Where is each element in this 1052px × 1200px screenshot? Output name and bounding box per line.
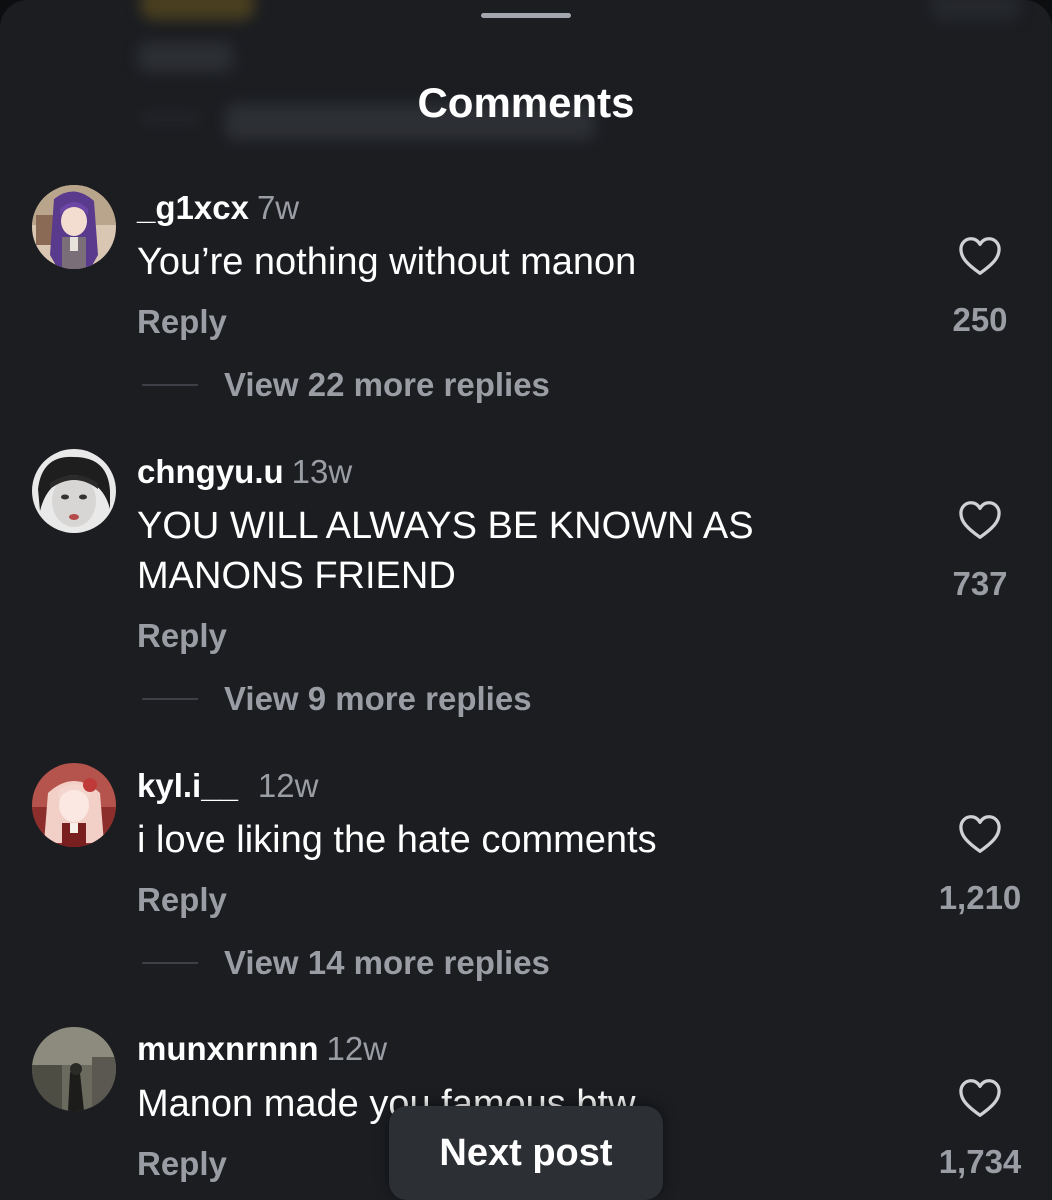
- blurred-emoji-reaction: [140, 0, 255, 20]
- comment-text: i love liking the hate comments: [137, 819, 657, 861]
- like-count: 737: [952, 565, 1008, 602]
- view-replies-button[interactable]: View 22 more replies: [224, 365, 550, 405]
- avatar[interactable]: [32, 1027, 116, 1111]
- replies-divider: [142, 962, 198, 964]
- like-control: 250: [930, 236, 1030, 340]
- anime-girl-purple-hair-avatar: [32, 185, 116, 269]
- comment-timestamp: 7w: [256, 189, 300, 226]
- photo-figure-avatar: [32, 1027, 116, 1111]
- comment-timestamp: 12w: [257, 767, 319, 804]
- avatar[interactable]: [32, 763, 116, 847]
- reply-button[interactable]: Reply: [137, 1144, 227, 1184]
- view-replies-button[interactable]: View 9 more replies: [224, 679, 532, 719]
- heart-icon[interactable]: [958, 236, 1002, 276]
- replies-divider: [142, 384, 198, 386]
- reply-button[interactable]: Reply: [137, 616, 227, 656]
- comment-username[interactable]: kyl.i__: [137, 767, 238, 804]
- avatar[interactable]: [32, 185, 116, 269]
- comments-sheet: Comments _g1xcx 7w You’re nothing without…: [0, 0, 1052, 1200]
- like-control: 1,734: [930, 1078, 1030, 1182]
- comment-username[interactable]: munxnrnnn: [137, 1030, 318, 1067]
- like-control: 737: [930, 500, 1030, 604]
- comment-username[interactable]: _g1xcx: [137, 189, 249, 226]
- heart-icon[interactable]: [958, 814, 1002, 854]
- view-replies-button[interactable]: View 14 more replies: [224, 943, 550, 983]
- monochrome-face-avatar: [32, 449, 116, 533]
- blurred-reply-text: [138, 42, 233, 72]
- like-count: 1,734: [938, 1143, 1022, 1180]
- heart-icon[interactable]: [958, 500, 1002, 540]
- like-control: 1,210: [930, 814, 1030, 918]
- reply-button[interactable]: Reply: [137, 880, 227, 920]
- sheet-grabber-handle[interactable]: [481, 13, 571, 18]
- comment-text: YOU WILL ALWAYS BE KNOWN AS MANONS FRIEN…: [137, 505, 754, 597]
- replies-divider: [142, 698, 198, 700]
- like-count: 250: [952, 301, 1008, 338]
- next-post-button[interactable]: Next post: [389, 1106, 663, 1200]
- comment-timestamp: 12w: [326, 1030, 388, 1067]
- blurred-like-count: [930, 0, 1020, 20]
- comment-text: You’re nothing without manon: [137, 241, 637, 283]
- comment-timestamp: 13w: [291, 453, 353, 490]
- heart-icon[interactable]: [958, 1078, 1002, 1118]
- anime-girl-pink-hair-avatar: [32, 763, 116, 847]
- like-count: 1,210: [938, 879, 1022, 916]
- avatar[interactable]: [32, 449, 116, 533]
- reply-button[interactable]: Reply: [137, 302, 227, 342]
- comment-username[interactable]: chngyu.u: [137, 453, 284, 490]
- sheet-title: Comments: [417, 79, 635, 126]
